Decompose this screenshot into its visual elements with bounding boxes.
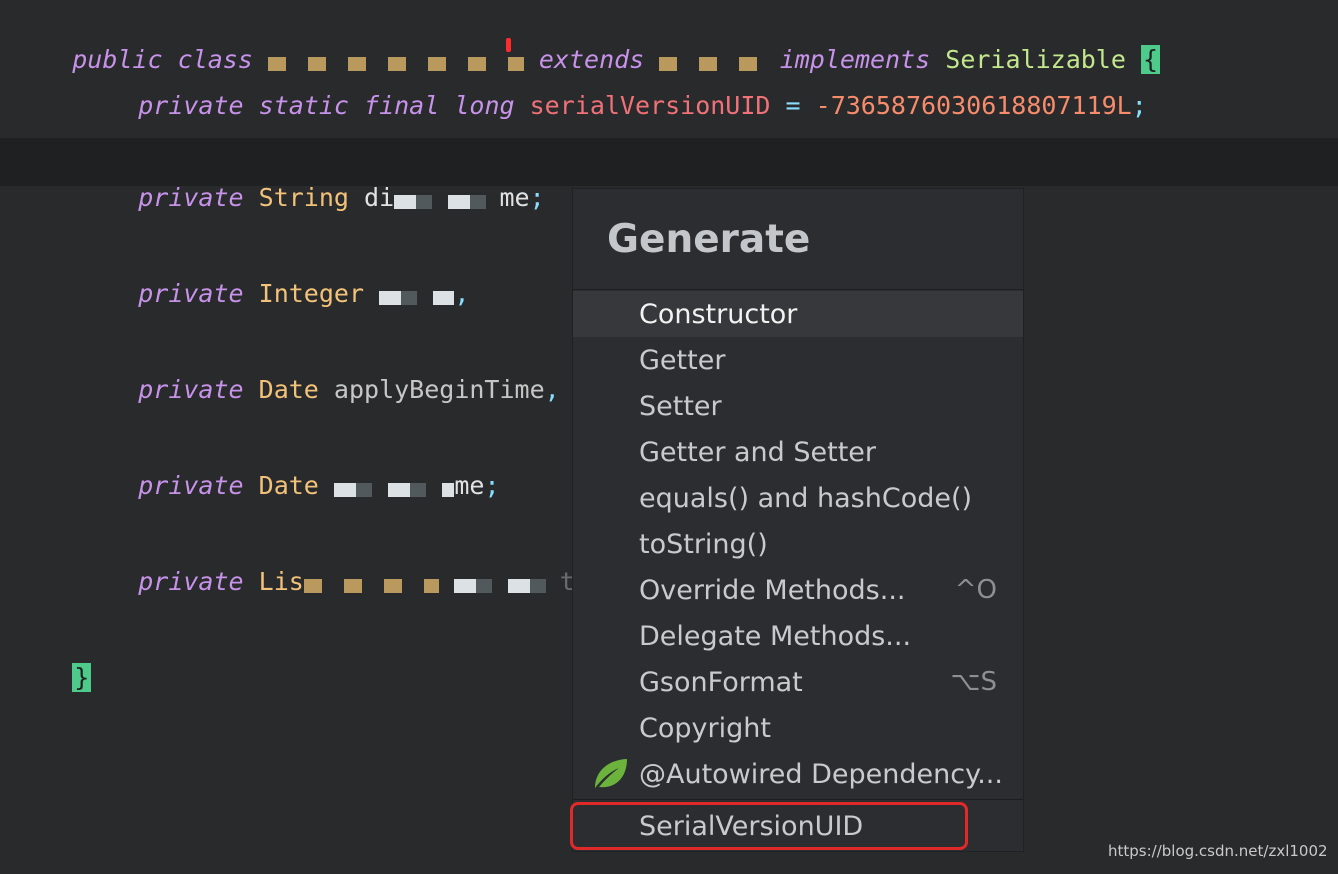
equals-sign: = <box>785 91 801 120</box>
keyword-private: private <box>138 183 244 212</box>
spring-leaf-icon <box>595 759 627 788</box>
code-line-string-field[interactable]: private String di▇▇▇▇▇▇▇me; <box>0 138 1338 212</box>
field-name-redacted: ▇▇▇▇▇▇▇▇ <box>334 471 454 500</box>
menu-item-getter-and-setter[interactable]: Getter and Setter <box>573 429 1023 475</box>
popup-title: Generate <box>607 216 811 262</box>
field-name-end: me <box>499 183 530 212</box>
keyword-private: private <box>138 279 244 308</box>
type-string: String <box>258 183 349 212</box>
keyword-private: private <box>138 375 244 404</box>
watermark: https://blog.csdn.net/zxl1002 <box>1108 842 1328 860</box>
menu-item-label: Override Methods... <box>639 574 906 606</box>
menu-item-gsonformat[interactable]: GsonFormat ⌥S <box>573 659 1023 705</box>
semicolon: ; <box>529 183 545 212</box>
code-line-class-declaration[interactable]: public class ▇▇▇▇▇▇▇▇▇▇▇▇▇▇▇▇▇ extends ▇… <box>0 0 1338 74</box>
menu-item-equals-hashcode[interactable]: equals() and hashCode() <box>573 475 1023 521</box>
type-date: Date <box>258 471 319 500</box>
comma: , <box>454 279 470 308</box>
type-integer: Integer <box>258 279 364 308</box>
keyword-final: final <box>364 91 440 120</box>
menu-item-label: equals() and hashCode() <box>639 482 973 514</box>
menu-item-constructor[interactable]: Constructor <box>573 291 1023 337</box>
menu-item-label: Constructor <box>639 298 798 330</box>
menu-item-autowired-dependency[interactable]: @Autowired Dependency... <box>573 751 1023 797</box>
field-name-redacted: ▇▇▇▇▇ <box>379 279 454 308</box>
menu-item-setter[interactable]: Setter <box>573 383 1023 429</box>
keyword-private: private <box>138 471 244 500</box>
close-brace-highlight: } <box>72 663 92 692</box>
field-name-start: di <box>364 183 395 212</box>
code-line-serial-version-uid[interactable]: private static final long serialVersionU… <box>0 46 1338 120</box>
menu-item-delegate-methods[interactable]: Delegate Methods... <box>573 613 1023 659</box>
menu-item-tostring[interactable]: toString() <box>573 521 1023 567</box>
menu-item-label: @Autowired Dependency... <box>639 758 1003 790</box>
keyword-private: private <box>138 91 244 120</box>
semicolon: ; <box>1131 91 1147 120</box>
highlight-box <box>570 802 968 850</box>
serial-value: -7365876030618807119L <box>815 91 1132 120</box>
menu-item-label: Getter and Setter <box>639 436 877 468</box>
menu-item-label: toString() <box>639 528 768 560</box>
generic-type-redacted: ▇▇▇▇▇▇▇▇▇ <box>304 567 439 596</box>
menu-item-label: Setter <box>639 390 722 422</box>
type-date: Date <box>258 375 319 404</box>
menu-item-override-methods[interactable]: Override Methods... ^O <box>573 567 1023 613</box>
keyword-long: long <box>454 91 515 120</box>
popup-header: Generate <box>573 189 1023 290</box>
type-list: Lis <box>258 567 304 596</box>
menu-item-label: Copyright <box>639 712 771 744</box>
menu-item-label: Getter <box>639 344 726 376</box>
generate-popup[interactable]: Generate Constructor Getter Setter Gette… <box>572 188 1024 852</box>
comma: , <box>544 375 560 404</box>
keyword-private: private <box>138 567 244 596</box>
menu-item-label: GsonFormat <box>639 666 803 698</box>
field-name-end: me <box>454 471 485 500</box>
menu-item-shortcut: ⌥S <box>950 667 997 697</box>
field-serial-version-uid: serialVersionUID <box>529 91 771 120</box>
menu-item-label: Delegate Methods... <box>639 620 912 652</box>
semicolon: ; <box>484 471 500 500</box>
menu-item-shortcut: ^O <box>954 575 997 605</box>
field-name-redacted: ▇▇▇▇▇▇▇ <box>454 567 559 596</box>
menu-item-copyright[interactable]: Copyright <box>573 705 1023 751</box>
field-name-apply-begin-time: applyBeginTime <box>333 375 545 404</box>
menu-separator <box>573 799 1023 800</box>
menu-item-getter[interactable]: Getter <box>573 337 1023 383</box>
field-name-redacted: ▇▇▇▇▇▇▇ <box>394 183 499 212</box>
keyword-static: static <box>258 91 349 120</box>
